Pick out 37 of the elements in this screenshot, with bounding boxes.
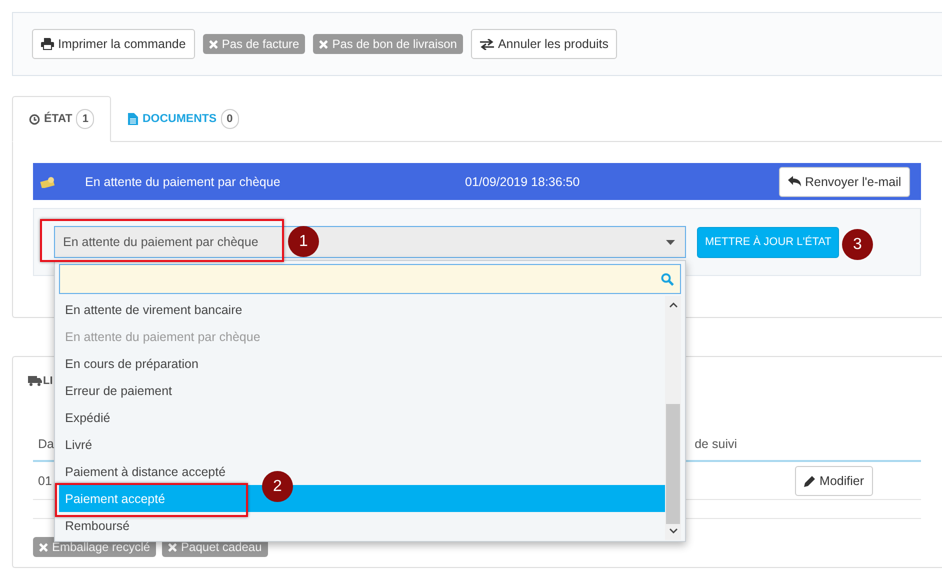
edit-button[interactable]: Modifier [794, 466, 873, 496]
count-badge: 0 [220, 109, 239, 129]
status-label: Pas de facture [202, 34, 306, 54]
tab[interactable]: ÉTAT 1 [12, 96, 112, 142]
dropdown-option[interactable]: Expédié [59, 404, 665, 431]
toolbar-button[interactable]: Annuler les produits [470, 29, 618, 59]
resend-email-button[interactable]: Renvoyer l'e-mail [779, 166, 910, 196]
dropdown-option[interactable]: Erreur de paiement [59, 377, 665, 404]
printer-icon [41, 38, 54, 50]
reply-arrow-icon [788, 176, 801, 187]
column-header: de suivi [694, 437, 737, 451]
search-icon [661, 272, 674, 286]
table-cell: 01 [38, 474, 52, 488]
dropdown-option[interactable]: Remboursé [59, 512, 665, 539]
panel-title: LI [43, 375, 53, 387]
dropdown-option[interactable]: En cours de préparation [59, 350, 665, 377]
money-icon [40, 176, 56, 188]
cross-icon [39, 542, 48, 552]
column-header: Da [38, 437, 54, 451]
cross-icon [208, 40, 218, 48]
status-text: En attente du paiement par chèque [85, 174, 282, 188]
status-label: Pas de bon de livraison [313, 34, 463, 54]
scrollbar[interactable] [665, 296, 681, 540]
tab[interactable]: DOCUMENTS 0 [111, 96, 256, 142]
clock-icon [29, 114, 40, 124]
search-field[interactable] [59, 264, 681, 294]
pencil-icon [804, 474, 816, 486]
cross-icon [319, 40, 328, 48]
dropdown-option[interactable]: En attente de virement bancaire [59, 296, 665, 323]
toolbar-button[interactable]: Imprimer la commande [32, 29, 195, 59]
date-text: 01/09/2019 18:36:50 [465, 174, 581, 188]
swap-arrows-icon [480, 38, 494, 50]
count-badge: 1 [76, 109, 94, 129]
caret-icon [666, 240, 675, 244]
dropdown-option[interactable]: Livré [59, 431, 665, 458]
document-icon [128, 113, 138, 125]
truck-icon [28, 376, 42, 386]
